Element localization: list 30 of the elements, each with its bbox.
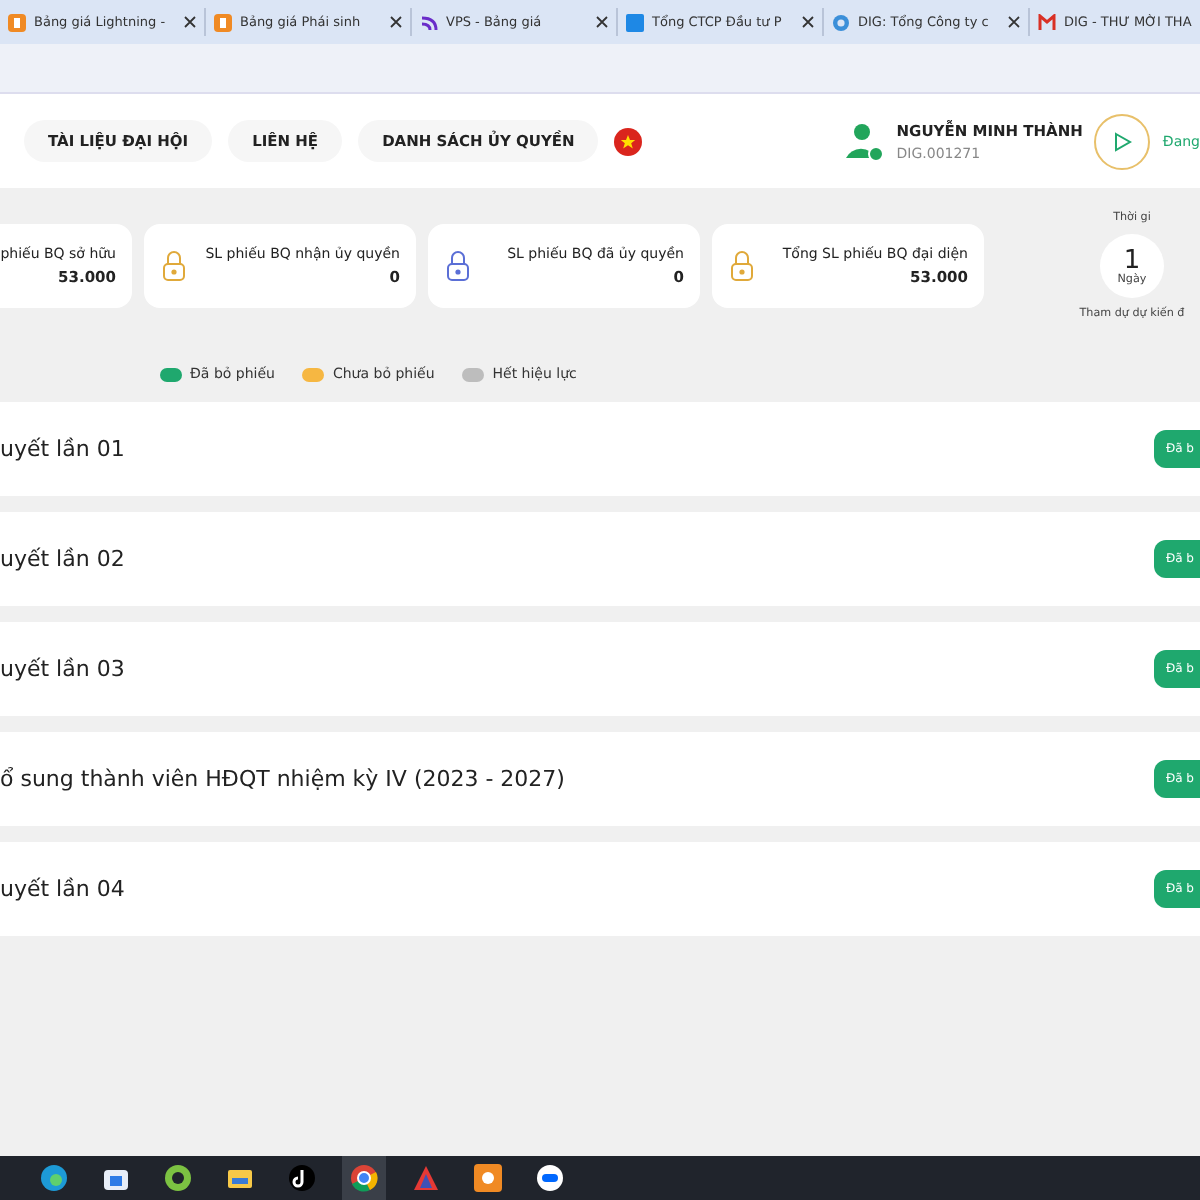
close-icon[interactable] [596, 16, 608, 28]
globe-icon [832, 13, 850, 31]
app-icon [420, 13, 438, 31]
close-icon[interactable] [802, 16, 814, 28]
app-icon [626, 13, 644, 31]
countdown-number: 1 [1123, 247, 1141, 273]
resolution-title: ổ sung thành viên HĐQT nhiệm kỳ IV (2023 - 2027) [0, 766, 565, 792]
app-icon [214, 13, 232, 31]
app-icon [8, 13, 26, 31]
resolution-title: uyết lần 02 [0, 546, 125, 572]
mail-icon [1038, 13, 1056, 31]
store-icon[interactable] [102, 1164, 130, 1192]
taskbar-button[interactable] [342, 1156, 386, 1200]
app-icon[interactable] [474, 1164, 502, 1192]
resolution-title: uyết lần 01 [0, 436, 125, 462]
close-icon[interactable] [184, 16, 196, 28]
browser-icon[interactable] [350, 1164, 378, 1192]
flag-icon[interactable] [614, 127, 643, 155]
app-icon[interactable] [40, 1164, 68, 1192]
close-icon[interactable] [390, 16, 402, 28]
app-icon[interactable] [164, 1164, 192, 1192]
user-icon [844, 121, 885, 161]
folder-icon[interactable] [226, 1164, 254, 1192]
resolution-title: uyết lần 04 [0, 876, 125, 902]
triangle-icon[interactable] [412, 1164, 440, 1192]
play-icon [1112, 131, 1133, 151]
chat-icon[interactable] [536, 1164, 564, 1192]
close-icon[interactable] [1008, 16, 1020, 28]
resolution-title: uyết lần 03 [0, 656, 125, 682]
note-icon[interactable] [288, 1164, 316, 1192]
